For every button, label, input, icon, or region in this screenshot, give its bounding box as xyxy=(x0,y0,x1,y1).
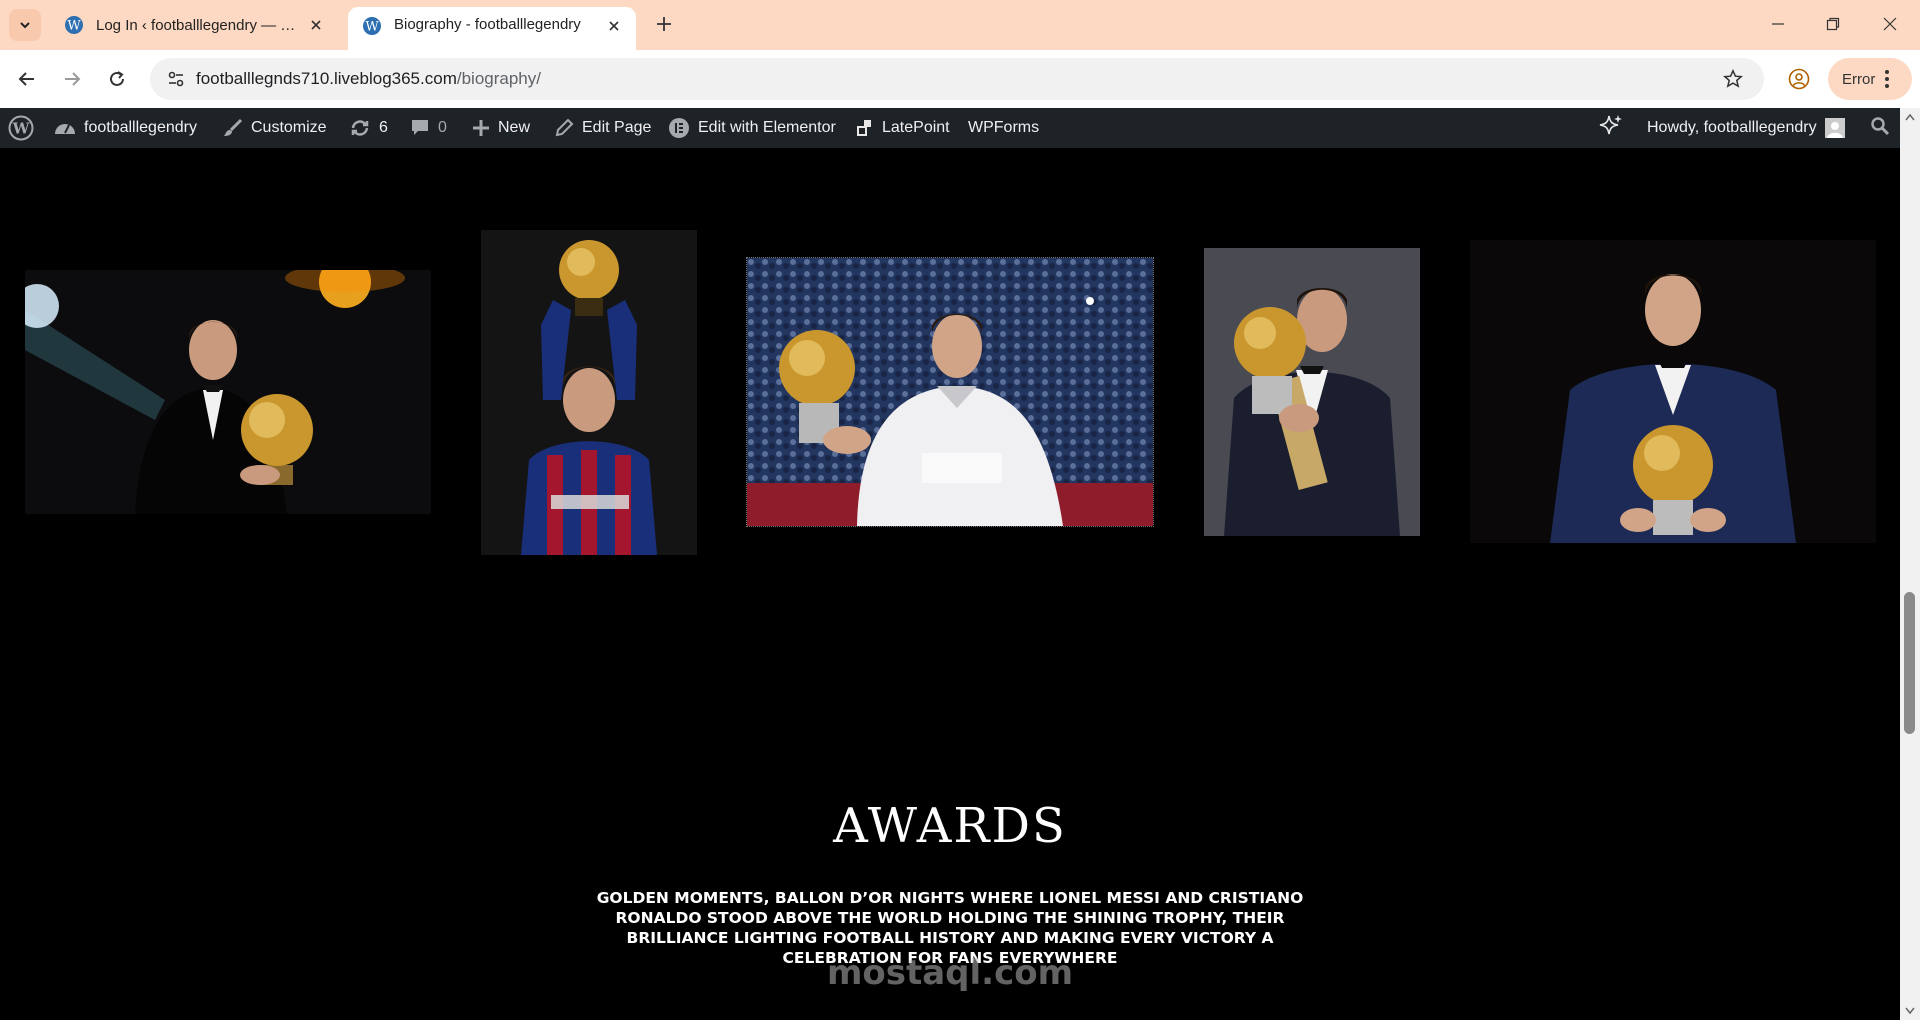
updates-count: 6 xyxy=(379,119,388,136)
address-bar[interactable]: footballlegnds710.liveblog365.com/biogra… xyxy=(150,58,1764,100)
comments-count: 0 xyxy=(438,119,447,136)
error-label: Error xyxy=(1842,70,1876,88)
restore-icon xyxy=(1826,17,1840,31)
howdy-label: Howdy, footballlegendry xyxy=(1647,119,1817,136)
close-icon[interactable] xyxy=(306,15,326,35)
comment-icon xyxy=(410,118,430,138)
plus-icon xyxy=(657,17,671,31)
dashboard-icon xyxy=(54,118,76,138)
edit-page-link[interactable]: Edit Page xyxy=(554,108,651,148)
site-name-label: footballlegendry xyxy=(84,119,197,136)
site-info-button[interactable] xyxy=(160,63,192,95)
new-tab-button[interactable] xyxy=(650,10,678,38)
update-icon xyxy=(349,118,371,138)
account-circle-icon xyxy=(1788,68,1810,90)
wpforms-link[interactable]: WPForms xyxy=(968,108,1039,148)
wordpress-icon: W xyxy=(65,16,83,34)
tab-login[interactable]: W Log In ‹ footballlegendry — WordPress xyxy=(50,7,338,43)
scroll-up-arrow[interactable] xyxy=(1904,112,1916,122)
close-window-button[interactable] xyxy=(1868,8,1912,40)
minimize-button[interactable] xyxy=(1756,8,1800,40)
elementor-icon xyxy=(668,117,690,139)
reload-icon xyxy=(110,71,124,86)
url-text[interactable]: footballlegnds710.liveblog365.com/biogra… xyxy=(196,69,541,89)
scroll-down-arrow[interactable] xyxy=(1904,1006,1916,1016)
new-label: New xyxy=(498,119,531,136)
watermark: mostaql.com xyxy=(826,953,1074,993)
ai-assistant-button[interactable] xyxy=(1598,108,1624,148)
my-account-menu[interactable]: Howdy, footballlegendry xyxy=(1647,108,1845,148)
search-icon xyxy=(1870,116,1890,141)
forward-button[interactable] xyxy=(55,62,89,96)
browser-toolbar: footballlegnds710.liveblog365.com/biogra… xyxy=(0,50,1920,108)
close-icon[interactable] xyxy=(604,16,624,36)
site-name-menu[interactable]: footballlegendry xyxy=(54,108,197,148)
edit-elementor-label: Edit with Elementor xyxy=(698,119,836,136)
url-host: footballlegnds710.liveblog365.com xyxy=(196,69,457,88)
more-vert-icon xyxy=(1885,70,1890,88)
error-button[interactable]: Error xyxy=(1828,58,1912,100)
url-path: /biography/ xyxy=(456,69,541,88)
arrow-right-icon xyxy=(65,72,81,86)
latepoint-icon xyxy=(856,119,874,137)
reload-button[interactable] xyxy=(100,62,134,96)
svg-text:W: W xyxy=(67,19,81,34)
tab-biography[interactable]: W Biography - footballlegendry xyxy=(348,7,636,50)
admin-search-button[interactable] xyxy=(1870,108,1890,148)
star-icon xyxy=(1723,69,1743,88)
tab-search-button[interactable] xyxy=(9,9,41,41)
page-scrollbar[interactable] xyxy=(1900,108,1920,1020)
bookmark-button[interactable] xyxy=(1720,66,1746,92)
gallery-image-1[interactable] xyxy=(25,270,431,514)
tab-title: Log In ‹ footballlegendry — WordPress xyxy=(96,16,298,34)
restore-button[interactable] xyxy=(1811,8,1855,40)
scroll-thumb[interactable] xyxy=(1904,592,1915,734)
page-content: AWARDS GOLDEN MOMENTS, BALLON D’OR NIGHT… xyxy=(0,148,1900,1020)
gallery-image-4[interactable] xyxy=(1204,248,1420,536)
chevron-down-icon xyxy=(20,22,30,29)
edit-page-label: Edit Page xyxy=(582,119,652,136)
browser-tab-strip: W Log In ‹ footballlegendry — WordPress … xyxy=(0,0,1920,50)
gallery-image-2[interactable] xyxy=(481,230,697,555)
wordpress-logo-icon: W xyxy=(8,115,34,141)
updates-link[interactable]: 6 xyxy=(349,108,388,148)
plus-icon xyxy=(472,119,490,137)
awards-heading: AWARDS xyxy=(833,798,1067,854)
brush-icon xyxy=(223,118,243,138)
customize-label: Customize xyxy=(251,119,327,136)
wpforms-label: WPForms xyxy=(968,119,1040,136)
customize-link[interactable]: Customize xyxy=(223,108,327,148)
profile-button[interactable] xyxy=(1782,62,1816,96)
minimize-icon xyxy=(1772,23,1784,25)
svg-text:W: W xyxy=(365,20,379,35)
gallery-image-5[interactable] xyxy=(1470,240,1876,543)
wordpress-icon: W xyxy=(363,17,381,35)
tab-title: Biography - footballlegendry xyxy=(394,16,581,33)
back-button[interactable] xyxy=(10,62,44,96)
arrow-left-icon xyxy=(18,72,34,86)
avatar xyxy=(1824,118,1845,138)
latepoint-link[interactable]: LatePoint xyxy=(856,108,950,148)
pencil-icon xyxy=(554,118,574,138)
new-content-menu[interactable]: New xyxy=(472,108,530,148)
tune-icon xyxy=(168,71,184,87)
wp-logo-menu[interactable]: W xyxy=(8,108,34,148)
close-icon xyxy=(1883,17,1897,31)
latepoint-label: LatePoint xyxy=(882,119,950,136)
sparkle-icon xyxy=(1598,113,1624,144)
gallery-image-3[interactable] xyxy=(746,257,1154,527)
edit-elementor-link[interactable]: Edit with Elementor xyxy=(668,108,836,148)
svg-text:W: W xyxy=(12,120,31,138)
wp-admin-bar: W footballlegendry Customize 6 0 New Edi… xyxy=(0,108,1900,148)
comments-link[interactable]: 0 xyxy=(410,108,447,148)
